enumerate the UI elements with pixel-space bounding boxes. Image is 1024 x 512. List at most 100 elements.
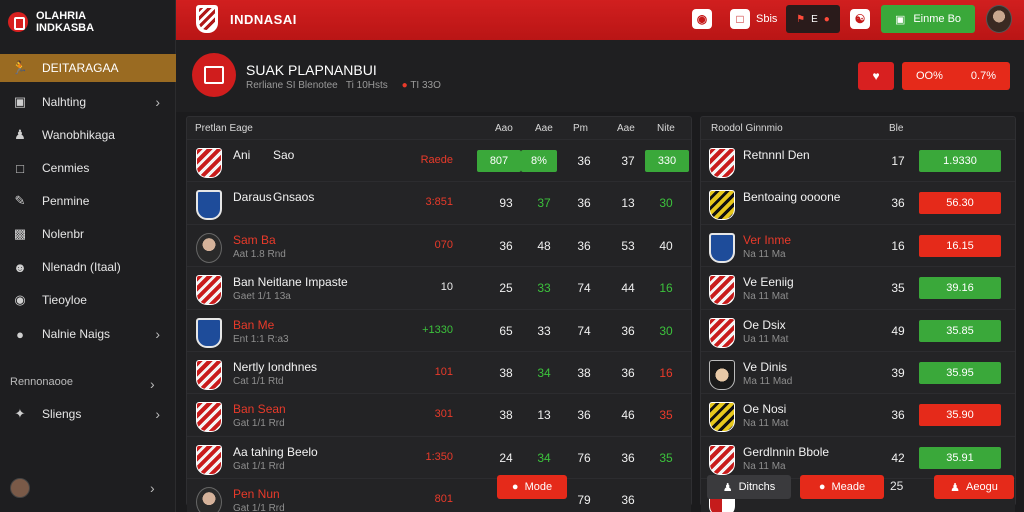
table-row[interactable]: Bentoaing oooone 36 56.30 — [701, 181, 1015, 223]
odds-pill[interactable]: 56.30 — [919, 192, 1001, 215]
chevron-right-icon[interactable]: › — [150, 376, 155, 392]
table-row[interactable]: Pen Nun Gat 1/1 Rrd 801 79 36 — [187, 478, 691, 512]
notifications-button[interactable]: ⚑ E ● — [786, 5, 840, 33]
sidebar-item-label: DEITARAGAA — [42, 61, 119, 75]
odds-pill[interactable]: 16.15 — [919, 234, 1001, 257]
table-row[interactable]: Sam Ba Aat 1.8 Rnd 070 36 48 36 53 40 — [187, 223, 691, 266]
rank-number: 36 — [891, 196, 905, 211]
table-row[interactable]: Ver Inme Na 11 Ma 16 16.15 — [701, 223, 1015, 266]
odds-pill[interactable]: 35.95 — [919, 362, 1001, 384]
mode-red-button[interactable]: ● Meade — [800, 475, 884, 499]
sidebar-item[interactable]: ☻ Nlenadn (Itaal) — [0, 253, 176, 281]
sidebar-item[interactable]: □ Cenmies — [0, 154, 176, 182]
subtitle-part: Ti 10Hsts — [345, 80, 388, 91]
column-header[interactable]: Aae — [617, 123, 635, 134]
column-header[interactable]: Nite — [657, 123, 675, 134]
sidebar-item[interactable]: ✎ Penmine — [0, 187, 176, 215]
table-row[interactable]: Ban Neitlane Impaste Gaet 1/1 13a 10 25 33 74… — [187, 266, 691, 308]
stat-cell: 65 — [499, 323, 513, 338]
odds-pill[interactable]: 35.85 — [919, 319, 1001, 342]
player-name: Aa tahing Beelo — [233, 444, 318, 459]
player-name-secondary: Sao — [273, 148, 295, 162]
details-button[interactable]: ♟ Ditnchs — [707, 475, 791, 499]
sidebar-item[interactable]: 🏃 DEITARAGAA — [0, 54, 176, 82]
stat-cell: 16 — [659, 281, 673, 296]
table-row[interactable]: Ani Sao Raede 807 8% 36 37 330 — [187, 139, 691, 181]
table-row[interactable]: Ban Me Ent 1:1 R:a3 +1330 65 33 74 36 30 — [187, 308, 691, 351]
sidebar-item-label: Tieoyloe — [42, 293, 87, 307]
sidebar-item[interactable]: ♟ Wanobhikaga — [0, 121, 176, 149]
row-value: 1:350 — [425, 450, 453, 463]
column-header[interactable]: Ble — [889, 123, 903, 134]
odds-pill[interactable]: 35.90 — [919, 404, 1001, 427]
odds-pill[interactable]: 39.16 — [919, 277, 1001, 300]
footer-number: 25 — [890, 479, 904, 493]
stats-button[interactable]: OO% 0.7% — [902, 62, 1010, 90]
club-name: Ve Eeniig — [743, 275, 794, 290]
column-header[interactable]: Aao — [495, 123, 513, 134]
column-header[interactable]: Aae — [535, 123, 553, 134]
value-pill[interactable]: 807 — [477, 150, 521, 172]
table-row[interactable]: Daraus Gnsaos 3:851 93 37 36 13 30 — [187, 181, 691, 223]
record-icon: ● — [401, 80, 408, 91]
top-bar-label[interactable]: Sbis — [756, 13, 777, 25]
table-row[interactable]: Retnnnl Den 17 1.9330 — [701, 139, 1015, 181]
player-subtitle: Aat 1.8 Rnd — [233, 248, 286, 260]
mode-button[interactable]: ● Mode — [497, 475, 567, 499]
odds-pill[interactable]: 1.9330 — [919, 150, 1001, 172]
column-header[interactable]: Roodol Ginnmio — [711, 123, 783, 134]
club-crest-icon — [709, 275, 735, 306]
club-crest-icon — [709, 190, 735, 221]
page-subtitle: Rerliane SI Blenotee Ti 10Hsts ● TI 33O — [246, 80, 441, 91]
table-row[interactable]: Gerdlnnin Bbole Na 11 Ma 42 35.91 — [701, 435, 1015, 478]
stat-cell: 36 — [577, 154, 591, 168]
sidebar-item[interactable]: ◉ Tieoyloe — [0, 286, 176, 314]
row-value: 301 — [434, 408, 453, 421]
stat-cell: 38 — [499, 408, 513, 423]
club-crest-icon — [709, 444, 735, 475]
sidebar-item-settings[interactable]: ✦ Sliengs › — [0, 400, 176, 428]
stat-cell: 36 — [577, 408, 591, 423]
sidebar-item[interactable]: ● Nalnie Naigs › — [0, 320, 176, 348]
favorite-button[interactable]: ♥ — [858, 62, 894, 90]
table-row[interactable]: Aa tahing Beelo Gat 1/1 Rrd 1:350 24 34 76 36 3… — [187, 435, 691, 478]
odds-pill[interactable]: 35.91 — [919, 446, 1001, 469]
sidebar-item[interactable]: ▩ Nolenbr — [0, 220, 176, 248]
avatar[interactable] — [10, 478, 30, 498]
rank-number: 16 — [891, 238, 905, 253]
table-row[interactable]: Ve Eeniig Na 11 Mat 35 39.16 — [701, 266, 1015, 308]
club-subtitle: Ua 11 Mat — [743, 333, 789, 345]
bell-icon[interactable]: ◉ — [692, 9, 712, 29]
logo-line2: INDKASBA — [36, 22, 95, 34]
app-logo[interactable]: OLAHRIA INDKASBA — [8, 8, 168, 36]
column-header[interactable]: Pretlan Eage — [195, 123, 253, 134]
user-avatar[interactable] — [986, 5, 1012, 33]
team-logo-icon — [192, 53, 236, 97]
table-row[interactable]: Ve Dinis Ma 11 Mad 39 35.95 — [701, 351, 1015, 393]
box-icon: □ — [16, 160, 24, 176]
sidebar-item-label: Wanobhikaga — [42, 128, 115, 142]
sidebar-item-label: Penmine — [42, 194, 90, 208]
logo-badge-icon — [8, 12, 28, 32]
player-subtitle: Cat 1/1 Rtd — [233, 376, 284, 387]
bookmark-icon[interactable]: □ — [730, 9, 750, 29]
table-row[interactable]: Ban Sean Gat 1/1 Rrd 301 38 13 36 46 35 — [187, 393, 691, 436]
player-subtitle: Gaet 1/1 13a — [233, 291, 291, 303]
value-pill[interactable]: 330 — [645, 150, 689, 172]
sidebar-item-label: Sliengs — [42, 407, 82, 421]
mode-button-label: Mode — [524, 481, 553, 493]
group-icon[interactable]: ☯ — [850, 9, 870, 29]
group-button[interactable]: ♟ Aeogu — [934, 475, 1014, 499]
chevron-right-icon[interactable]: › — [150, 480, 155, 496]
logo-line1: OLAHRIA — [36, 10, 87, 22]
player-name: Nertly Iondhnes — [233, 360, 318, 374]
table-row[interactable]: Nertly Iondhnes Cat 1/1 Rtd 101 38 34 38 36 16 — [187, 351, 691, 393]
primary-action-button[interactable]: ▣ Einme Bo — [881, 5, 975, 33]
club-crest-icon — [709, 232, 735, 263]
table-row[interactable]: Oe Nosi Na 11 Mat 36 35.90 — [701, 393, 1015, 436]
sidebar-item[interactable]: ▣ Nalhting › — [0, 88, 176, 116]
table-row[interactable]: Oe Dsix Ua 11 Mat 49 35.85 — [701, 308, 1015, 351]
value-pill[interactable]: 8% — [521, 150, 557, 172]
stat-cell: 36 — [621, 450, 635, 465]
column-header[interactable]: Pm — [573, 123, 588, 134]
